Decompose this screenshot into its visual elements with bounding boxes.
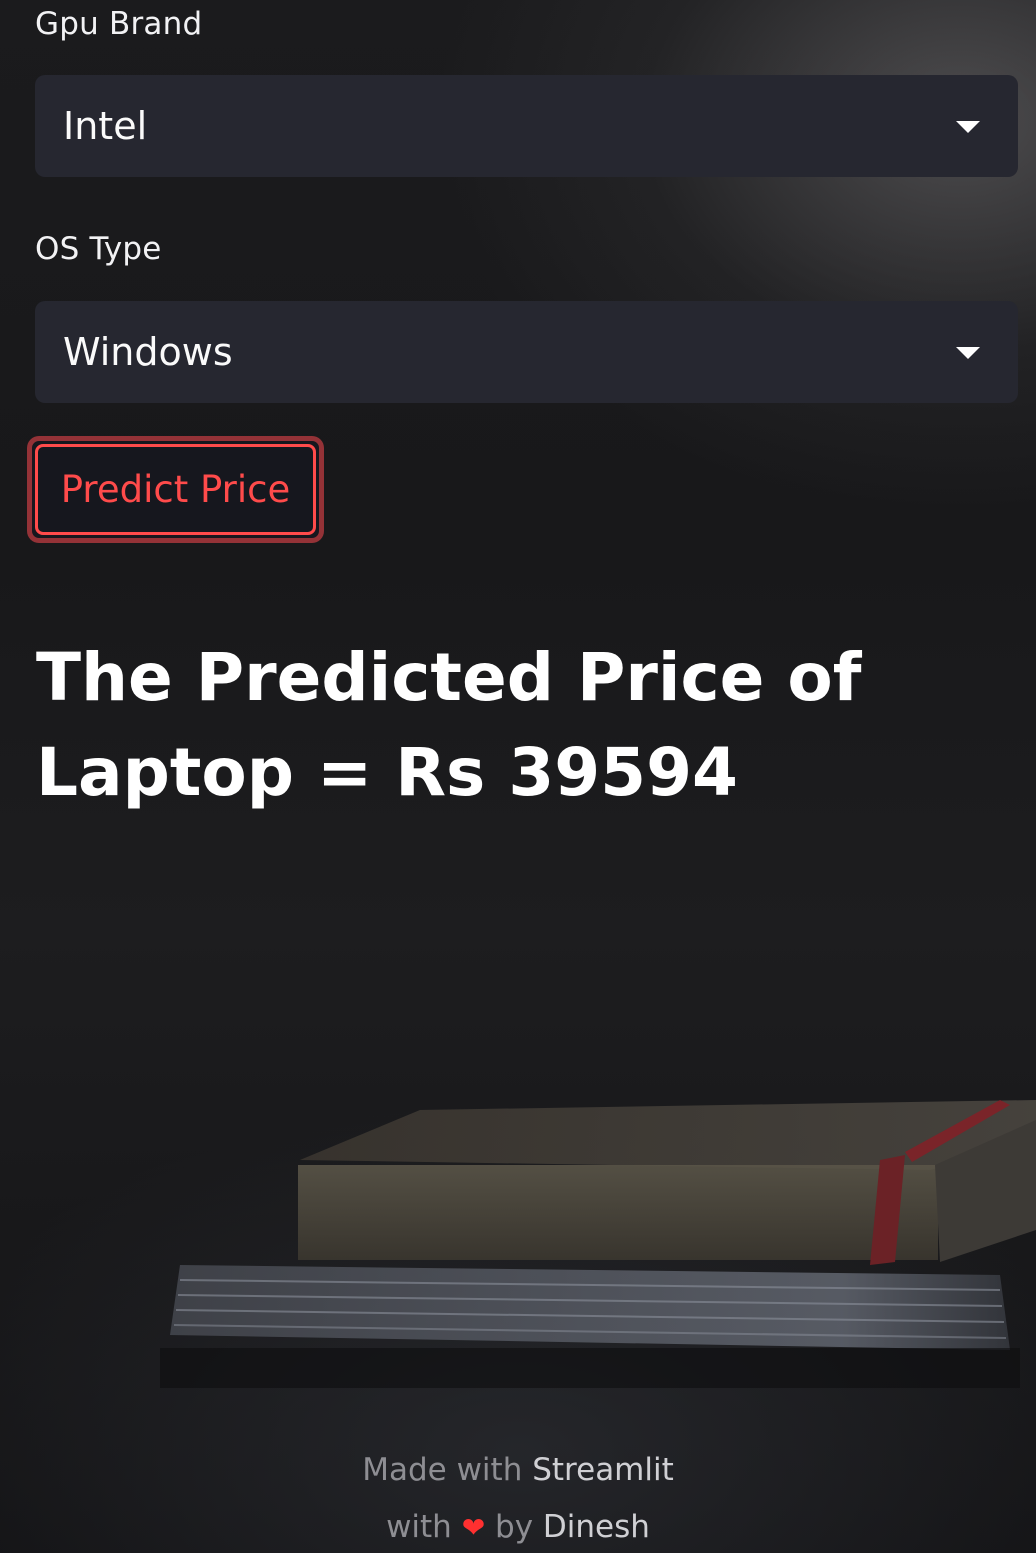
predict-price-button-label[interactable]: Predict Price [35, 444, 316, 535]
footer-made-with-text: Made with [362, 1452, 523, 1488]
prediction-result-line-2: Laptop = Rs 39594 [36, 734, 738, 811]
prediction-result: The Predicted Price of Laptop = Rs 39594 [36, 630, 936, 820]
os-type-label: OS Type [35, 231, 162, 267]
gpu-brand-label: Gpu Brand [35, 6, 203, 42]
prediction-result-line-1: The Predicted Price of [36, 639, 862, 716]
footer-with-text: with [386, 1509, 452, 1545]
footer-author: Dinesh [542, 1509, 650, 1545]
gpu-brand-select[interactable]: Intel [35, 75, 1018, 177]
footer-by-text: by [495, 1509, 534, 1545]
footer-made-with: Made with Streamlit [0, 1452, 1036, 1488]
gpu-brand-selected-value: Intel [63, 104, 148, 148]
predict-price-button[interactable]: Predict Price [27, 436, 324, 543]
footer-streamlit-link[interactable]: Streamlit [532, 1452, 674, 1488]
os-type-select[interactable]: Windows [35, 301, 1018, 403]
chevron-down-icon[interactable] [956, 347, 980, 359]
os-type-selected-value: Windows [63, 330, 233, 374]
books-background-image [160, 1100, 1036, 1388]
heart-icon: ❤ [461, 1511, 486, 1544]
footer-credit: with ❤ by Dinesh [0, 1509, 1036, 1545]
chevron-down-icon[interactable] [956, 121, 980, 133]
